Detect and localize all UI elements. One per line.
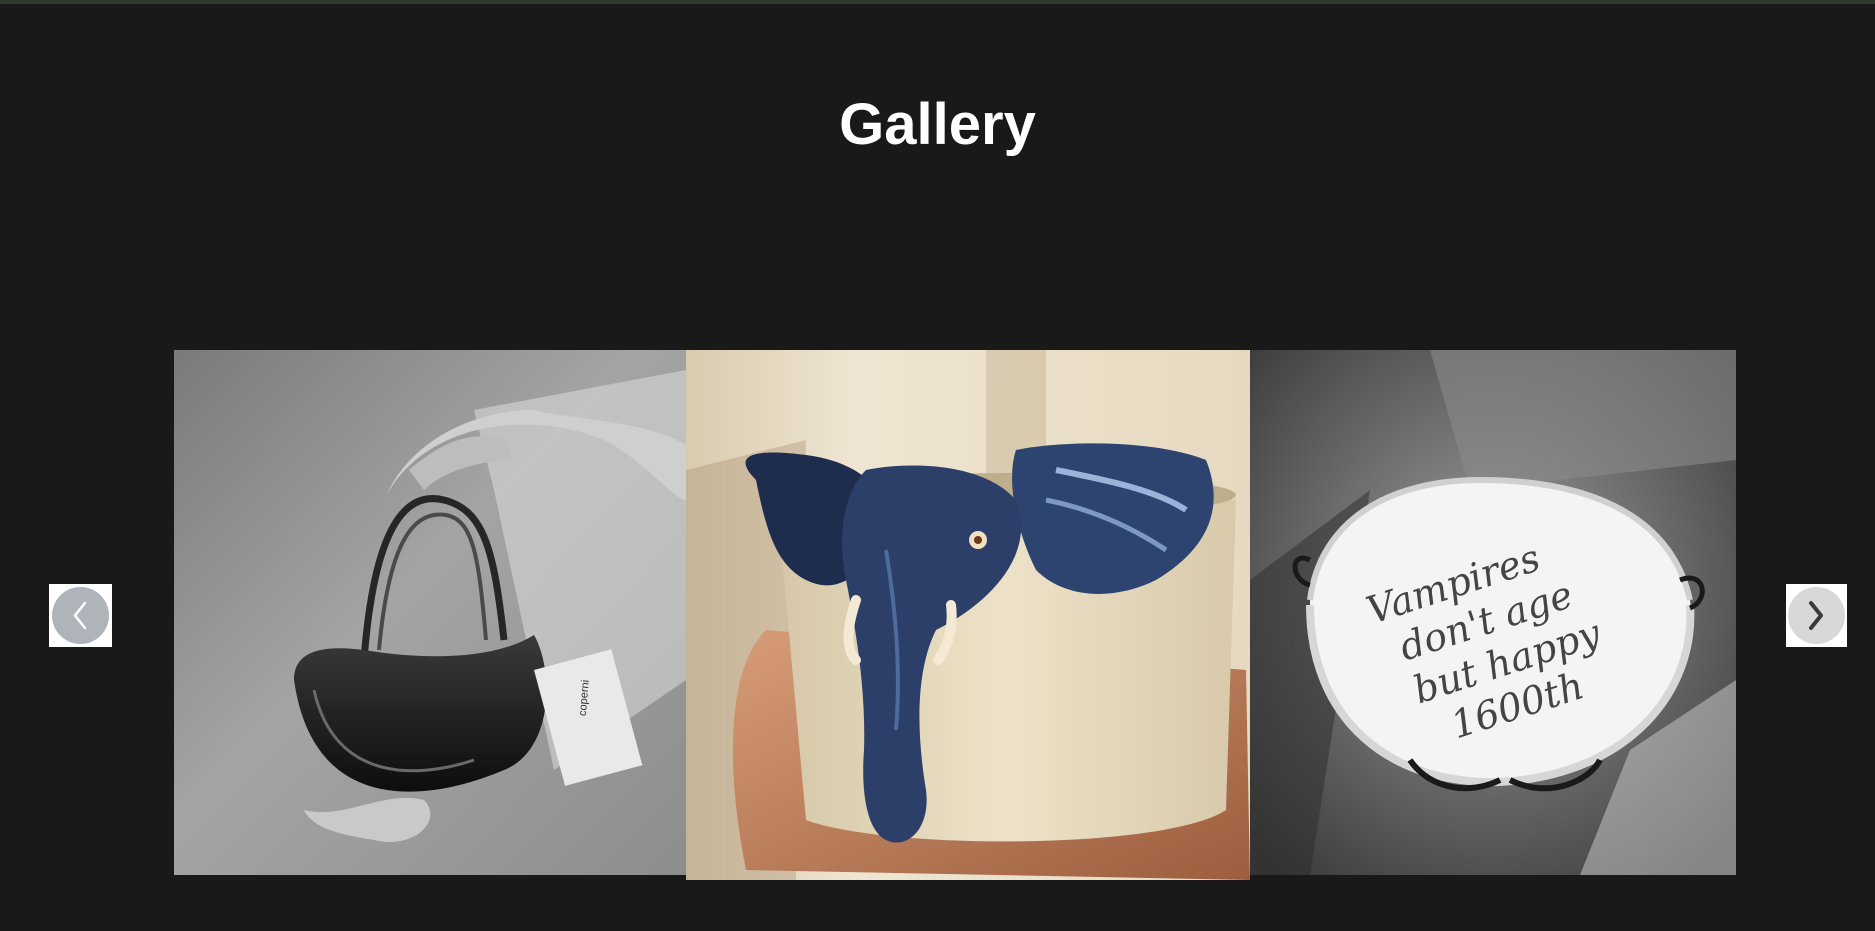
- glass-handbag-photo: coperni: [174, 350, 686, 875]
- gallery-carousel[interactable]: coperni Vampires don't age but happy 160…: [174, 350, 1736, 880]
- gallery-slide-cake[interactable]: Vampires don't age but happy 1600th: [1250, 350, 1736, 875]
- next-slide-button[interactable]: [1786, 584, 1847, 647]
- chevron-right-icon: [1809, 601, 1823, 630]
- top-accent-bar: [0, 0, 1875, 4]
- cake-photo: Vampires don't age but happy 1600th: [1250, 350, 1736, 875]
- prev-slide-button[interactable]: [49, 584, 112, 647]
- elephant-ceramic-cup-photo: [686, 350, 1250, 880]
- gallery-slide-handbag[interactable]: coperni: [174, 350, 686, 875]
- chevron-left-icon: [73, 601, 87, 630]
- gallery-slide-elephant-cup[interactable]: [686, 350, 1250, 880]
- page-title: Gallery: [839, 92, 1036, 157]
